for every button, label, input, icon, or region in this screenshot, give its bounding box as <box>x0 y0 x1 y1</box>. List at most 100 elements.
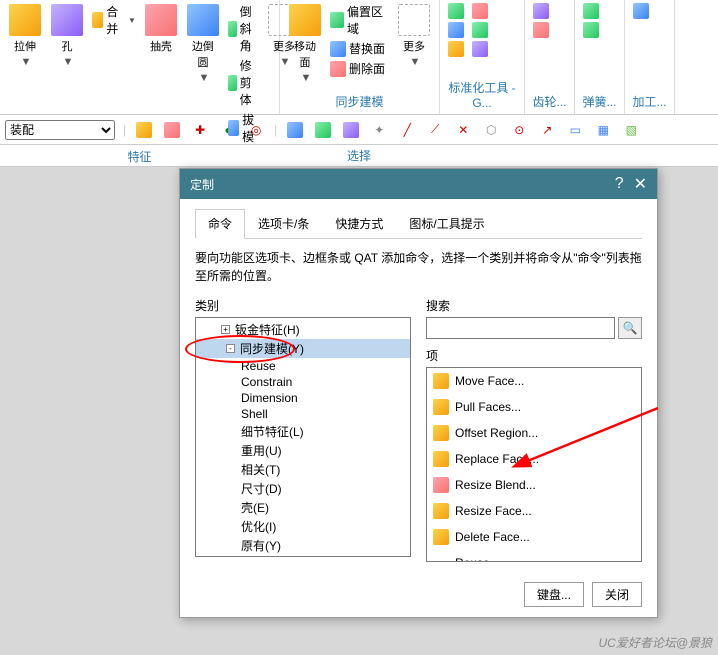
tree-expand-icon[interactable]: - <box>226 344 235 353</box>
tab-icons-tooltips[interactable]: 图标/工具提示 <box>396 209 497 238</box>
offset-region-btn[interactable]: 偏置区域 <box>327 2 392 38</box>
replace-face-item[interactable]: Replace Face... <box>427 446 641 472</box>
dialog-close-icon[interactable]: ✕ <box>634 174 647 194</box>
tab-tabs-bars[interactable]: 选项卡/条 <box>245 209 322 238</box>
tool-icon-10[interactable]: ╱ <box>397 120 417 140</box>
resize-face-item[interactable]: Resize Face... <box>427 498 641 524</box>
close-button[interactable]: 关闭 <box>592 582 642 607</box>
delete-face-btn[interactable]: 删除面 <box>327 59 392 78</box>
group-label-sync: 同步建模 <box>285 91 434 112</box>
edge-fillet-icon <box>187 4 219 36</box>
tool-icon-7[interactable] <box>313 120 333 140</box>
offset-region-item[interactable]: Offset Region... <box>427 420 641 446</box>
edge-fillet-btn[interactable]: 边倒圆▼ <box>183 2 223 86</box>
delete-icon <box>330 61 346 77</box>
tab-commands[interactable]: 命令 <box>195 209 245 239</box>
resize-blend-item[interactable]: Resize Blend... <box>427 472 641 498</box>
items-list[interactable]: Move Face...Pull Faces...Offset Region..… <box>426 367 642 562</box>
extrude-btn[interactable]: 拉伸▼ <box>5 2 45 70</box>
tree-item-label: 相关(T) <box>241 461 280 478</box>
tool-icon-9[interactable]: ✦ <box>369 120 389 140</box>
tool-icon-8[interactable] <box>341 120 361 140</box>
spring-icon2 <box>583 22 599 38</box>
tool-icon-5[interactable]: ◎ <box>246 120 266 140</box>
tree-item[interactable]: Shell <box>196 406 410 422</box>
tool-icon-1[interactable] <box>134 120 154 140</box>
tool-icon-4[interactable]: ◐ <box>218 120 238 140</box>
dialog-title: 定制 <box>190 176 214 193</box>
tool-icon-3[interactable]: ✚ <box>190 120 210 140</box>
hole-btn[interactable]: 孔▼ <box>47 2 87 70</box>
category-tree[interactable]: +钣金特征(H)-同步建模(Y)ReuseConstrainDimensionS… <box>195 317 411 557</box>
dialog-help-icon[interactable]: ? <box>615 175 624 193</box>
tool-icon-13[interactable]: ⬡ <box>481 120 501 140</box>
group-label-gear: 齿轮... <box>530 91 569 112</box>
tool-icon-17[interactable]: ▦ <box>593 120 613 140</box>
unite-icon <box>92 12 103 28</box>
extrude-icon <box>9 4 41 36</box>
tool-icon-14[interactable]: ⊙ <box>509 120 529 140</box>
item-label: Resize Face... <box>455 504 532 518</box>
item-label: Replace Face... <box>455 452 539 466</box>
ribbon-group-sync: 移动面▼ 偏置区域 替换面 删除面 更多▼ 同步建模 <box>280 0 440 114</box>
tree-item-label: 重用(U) <box>241 442 282 459</box>
spring-icon <box>583 3 599 19</box>
tree-item[interactable]: 原有(Y) <box>196 536 410 555</box>
reuse-item[interactable]: Reuse▸ <box>427 550 641 562</box>
trim-icon <box>228 75 237 91</box>
search-button[interactable]: 🔍 <box>618 317 642 339</box>
hole-icon <box>51 4 83 36</box>
tree-item-label: 优化(I) <box>241 518 276 535</box>
tool-icon-18[interactable]: ▧ <box>621 120 641 140</box>
tree-item[interactable]: 细节特征(L) <box>196 422 410 441</box>
tree-item[interactable]: 重用(U) <box>196 441 410 460</box>
dialog-description: 要向功能区选项卡、边框条或 QAT 添加命令，选择一个类别并将命令从"命令"列表… <box>195 249 642 285</box>
tool-icon-11[interactable]: ⟋ <box>425 120 445 140</box>
replace-face-btn[interactable]: 替换面 <box>327 39 392 58</box>
move-face-btn[interactable]: 移动面▼ <box>285 2 325 86</box>
move-face-item[interactable]: Move Face... <box>427 368 641 394</box>
customize-dialog: 定制 ? ✕ 命令 选项卡/条 快捷方式 图标/工具提示 要向功能区选项卡、边框… <box>179 168 658 618</box>
tree-item[interactable]: Dimension <box>196 390 410 406</box>
ribbon: 拉伸▼ 孔▼ 合并▼ 抽壳 边倒圆▼ 倒斜角 修剪体 拔模 更多▼ 特征 移动面… <box>0 0 718 115</box>
move-face-icon <box>289 4 321 36</box>
tool-icon-12[interactable]: ✕ <box>453 120 473 140</box>
trim-body-btn[interactable]: 修剪体 <box>225 56 262 109</box>
assembly-dropdown[interactable]: 装配 <box>5 120 115 140</box>
ribbon-group-spring: 弹簧... <box>575 0 625 114</box>
tool-icon-15[interactable]: ↗ <box>537 120 557 140</box>
delete-face-item[interactable]: Delete Face... <box>427 524 641 550</box>
tree-item[interactable]: 尺寸(D) <box>196 479 410 498</box>
expand-icon: ▸ <box>629 556 635 562</box>
tree-item[interactable]: -同步建模(Y) <box>196 339 410 358</box>
tool-icon-2[interactable] <box>162 120 182 140</box>
item-icon <box>433 555 449 562</box>
tool-icon-16[interactable]: ▭ <box>565 120 585 140</box>
tree-item[interactable]: 相关(T) <box>196 460 410 479</box>
shell-btn[interactable]: 抽壳 <box>141 2 181 56</box>
tab-shortcuts[interactable]: 快捷方式 <box>322 209 396 238</box>
shell-icon <box>145 4 177 36</box>
tree-item-label: 同步建模(Y) <box>240 340 304 357</box>
tree-item[interactable]: 壳(E) <box>196 498 410 517</box>
tree-item[interactable]: +钣金特征(H) <box>196 320 410 339</box>
unite-btn[interactable]: 合并▼ <box>89 2 139 38</box>
chamfer-btn[interactable]: 倒斜角 <box>225 2 262 55</box>
tree-item[interactable]: Constrain <box>196 374 410 390</box>
keyboard-button[interactable]: 键盘... <box>524 582 584 607</box>
pull-faces-item[interactable]: Pull Faces... <box>427 394 641 420</box>
more-icon <box>398 4 430 36</box>
tree-expand-icon[interactable]: + <box>221 325 230 334</box>
tool-icon-6[interactable] <box>285 120 305 140</box>
category-label: 类别 <box>195 297 411 314</box>
tree-item[interactable]: 优化(I) <box>196 517 410 536</box>
sync-more-btn[interactable]: 更多▼ <box>394 2 434 70</box>
tree-item[interactable]: Reuse <box>196 358 410 374</box>
item-icon <box>433 451 449 467</box>
item-icon <box>433 477 449 493</box>
search-label: 搜索 <box>426 297 642 314</box>
offset-icon <box>330 12 344 28</box>
std-icon4 <box>472 3 488 19</box>
std-icon2 <box>448 22 464 38</box>
search-input[interactable] <box>426 317 615 339</box>
